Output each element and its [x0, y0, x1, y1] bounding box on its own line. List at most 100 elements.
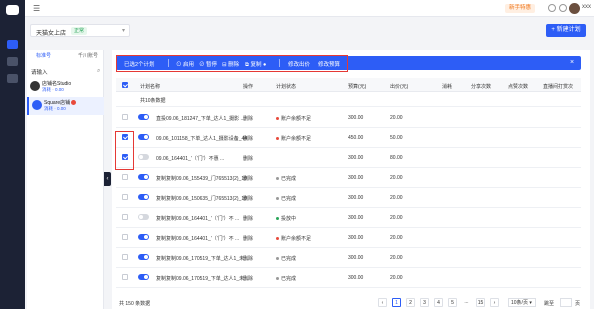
- table-row[interactable]: 复制复制09.06_164401_'（'门'）不 ... 删除 投放中 300.00 2…: [116, 208, 581, 228]
- table-row[interactable]: 复制复制09.06_164401_'（'门'）不 ... 删除 账户余额不足 300.…: [116, 228, 581, 248]
- row-delete-link[interactable]: 删除: [243, 155, 253, 162]
- chevron-down-icon: ▾: [121, 28, 125, 34]
- table-row[interactable]: 直投09.06_181247_下单_达人1_摄影 ... 删除 账户余额不足 300.…: [116, 108, 581, 128]
- collapse-panel-button[interactable]: ‹: [104, 172, 111, 186]
- page-button[interactable]: 3: [420, 298, 429, 307]
- plan-status-text: 已完成: [281, 196, 297, 202]
- plan-toggle-switch[interactable]: [138, 194, 149, 200]
- plan-name[interactable]: 复制复制09.06_170519_下单_达人1_未 ...: [156, 275, 250, 282]
- menu-toggle-icon[interactable]: ☰: [33, 4, 40, 13]
- table-row[interactable]: 09.06_101158_下单_达人1_摄影设备_44 删除 账户余额不足 450.0…: [116, 128, 581, 148]
- row-checkbox[interactable]: [122, 234, 128, 240]
- col-budget: 预算(元): [348, 84, 367, 90]
- tab-qianchuan[interactable]: 千川账号: [78, 52, 98, 59]
- page-button[interactable]: 4: [434, 298, 443, 307]
- plan-name[interactable]: 复制复制09.06_155439_门765513(2)_10: [156, 175, 247, 182]
- row-checkbox[interactable]: [122, 174, 128, 180]
- account-selector[interactable]: 天猫女上店 正常 ▾: [30, 24, 130, 37]
- row-delete-link[interactable]: 删除: [243, 195, 253, 202]
- account-search[interactable]: 请输入 ⌕: [31, 68, 100, 76]
- tab-standard[interactable]: 标准号: [36, 52, 51, 59]
- plan-toggle-switch[interactable]: [138, 174, 149, 180]
- account-name: 店铺名Studio: [42, 81, 72, 87]
- plan-name[interactable]: 复制复制09.06_170519_下单_达人1_未 ...: [156, 255, 250, 262]
- plan-name[interactable]: 直投09.06_181247_下单_达人1_摄影 ...: [156, 115, 245, 122]
- table-row[interactable]: 复制复制09.06_155439_门765513(2)_10 删除 已完成 300.0…: [116, 168, 581, 188]
- account-item[interactable]: 店铺名Studio 消耗 · 0.00: [27, 78, 104, 96]
- plan-budget: 300.00: [348, 115, 364, 121]
- icon-rail: [0, 0, 25, 309]
- plan-budget: 300.00: [348, 175, 364, 181]
- plan-name[interactable]: 09.06_101158_下单_达人1_摄影设备_44: [156, 135, 247, 142]
- plan-name[interactable]: 复制复制09.06_164401_'（'门'）不 ...: [156, 215, 239, 222]
- col-live-tips: 直播间打赏次: [543, 84, 574, 90]
- account-avatar: [30, 81, 40, 91]
- page-button[interactable]: 2: [406, 298, 415, 307]
- plan-toggle-switch[interactable]: [138, 214, 149, 220]
- col-likes: 点赞次数: [508, 84, 529, 90]
- page-button[interactable]: 5: [448, 298, 457, 307]
- plan-bid: 20.00: [390, 275, 403, 281]
- plan-toggle-switch[interactable]: [138, 154, 149, 160]
- page-size-select[interactable]: 10条/页 ▾: [508, 298, 536, 307]
- status-dot-icon: [276, 237, 279, 241]
- plan-status: 已完成: [276, 255, 296, 262]
- row-delete-link[interactable]: 删除: [243, 255, 253, 262]
- plan-name[interactable]: 09.06_164401_'（'门'）不惠 ...: [156, 155, 224, 162]
- page-button[interactable]: 15: [476, 298, 485, 307]
- col-shares: 分享次数: [471, 84, 492, 90]
- plan-toggle-switch[interactable]: [138, 254, 149, 260]
- row-delete-link[interactable]: 删除: [243, 215, 253, 222]
- page-size-value: 10条/页: [511, 300, 528, 306]
- bell-icon[interactable]: [548, 4, 556, 12]
- summary-label: 共10条数据: [140, 98, 166, 104]
- row-checkbox[interactable]: [122, 194, 128, 200]
- page-ellipsis[interactable]: ...: [462, 298, 471, 307]
- plan-toggle-switch[interactable]: [138, 134, 149, 140]
- alert-dot-icon: [71, 100, 77, 106]
- user-name[interactable]: xxx: [582, 4, 591, 10]
- goto-suffix: 页: [575, 301, 581, 307]
- row-checkbox[interactable]: [122, 214, 128, 220]
- plan-toggle-switch[interactable]: [138, 114, 149, 120]
- next-page-button[interactable]: ›: [490, 298, 499, 307]
- row-delete-link[interactable]: 删除: [243, 275, 253, 282]
- assets-nav-icon[interactable]: [7, 57, 18, 66]
- search-icon[interactable]: ⌕: [97, 68, 100, 75]
- row-checkbox[interactable]: [122, 274, 128, 280]
- pagination-bar: 共 150 条数据 ‹ 1 2 3 4 5 ... 15 › 10条/页 ▾ 跳…: [116, 298, 586, 309]
- table-row[interactable]: 复制复制09.06_150635_门765513(2)_10 删除 已完成 300.0…: [116, 188, 581, 208]
- row-delete-link[interactable]: 删除: [243, 175, 253, 182]
- app-root: ☰ 新手特惠 xxx 天猫女上店 正常 ▾ + 新建计划 标准号 千川账号 请输…: [0, 0, 594, 309]
- help-icon[interactable]: [559, 4, 567, 12]
- select-all-checkbox[interactable]: [122, 82, 128, 88]
- table-row[interactable]: 复制复制09.06_170519_下单_达人1_未 ... 删除 已完成 300.00…: [116, 268, 581, 288]
- new-plan-button[interactable]: + 新建计划: [546, 24, 586, 37]
- table-row[interactable]: 复制复制09.06_170519_下单_达人1_未 ... 删除 已完成 300.00…: [116, 248, 581, 268]
- goto-page-input[interactable]: [560, 298, 572, 307]
- total-count: 共 150 条数据: [119, 301, 151, 307]
- plan-toggle-switch[interactable]: [138, 234, 149, 240]
- page-button[interactable]: 1: [392, 298, 401, 307]
- prev-page-button[interactable]: ‹: [378, 298, 387, 307]
- plan-bid: 20.00: [390, 175, 403, 181]
- col-bid: 出价(元): [390, 84, 409, 90]
- row-delete-link[interactable]: 删除: [243, 235, 253, 242]
- row-checkbox[interactable]: [122, 114, 128, 120]
- plan-name[interactable]: 复制复制09.06_164401_'（'门'）不 ...: [156, 235, 239, 242]
- plan-name[interactable]: 复制复制09.06_150635_门765513(2)_10: [156, 195, 247, 202]
- plan-toggle-switch[interactable]: [138, 274, 149, 280]
- table-row[interactable]: 09.06_164401_'（'门'）不惠 ... 删除 300.00 80.00: [116, 148, 581, 168]
- plan-bid: 20.00: [390, 195, 403, 201]
- report-nav-icon[interactable]: [7, 74, 18, 83]
- avatar[interactable]: [569, 3, 580, 14]
- account-item-active[interactable]: Square店铺 消耗 · 0.00: [27, 97, 104, 115]
- ads-nav-icon[interactable]: [7, 40, 18, 49]
- row-delete-link[interactable]: 删除: [243, 135, 253, 142]
- account-search-label: 请输入: [31, 70, 48, 76]
- row-delete-link[interactable]: 删除: [243, 115, 253, 122]
- plan-budget: 300.00: [348, 275, 364, 281]
- close-icon[interactable]: ×: [570, 59, 574, 66]
- coupon-badge[interactable]: 新手特惠: [505, 4, 536, 13]
- row-checkbox[interactable]: [122, 254, 128, 260]
